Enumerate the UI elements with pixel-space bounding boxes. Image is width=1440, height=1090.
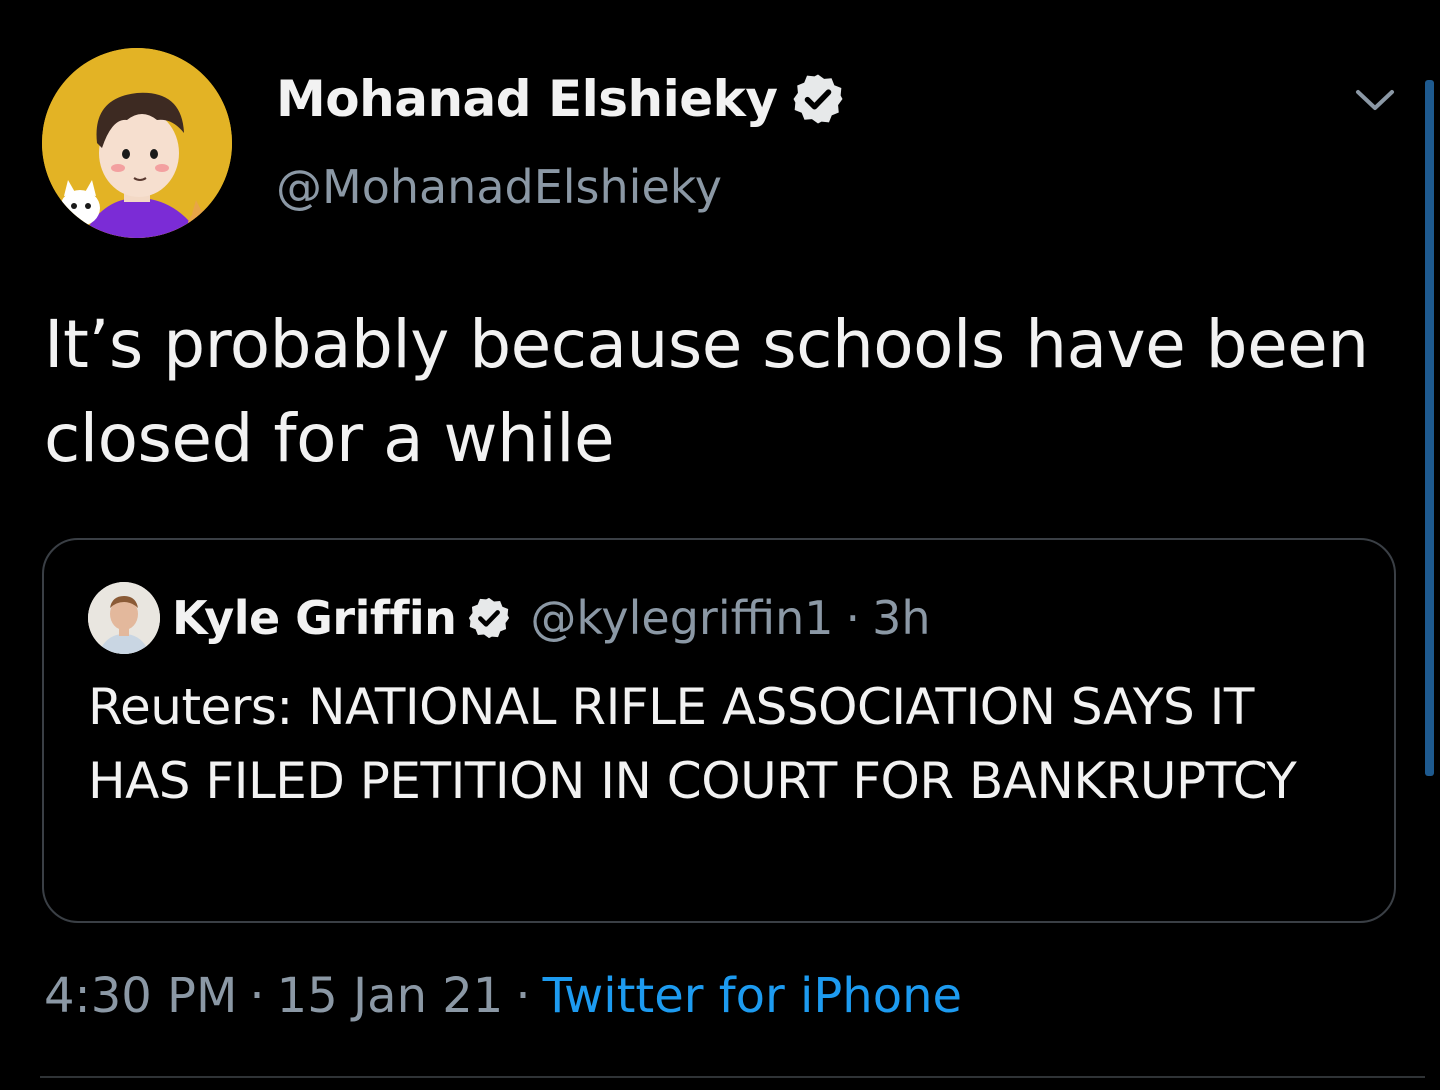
avatar-photo	[88, 582, 160, 654]
quoted-timestamp[interactable]: 3h	[872, 591, 930, 645]
tweet-text: It’s probably because schools have been …	[44, 306, 1369, 477]
tweet-date[interactable]: 15 Jan 21	[277, 968, 504, 1024]
quoted-tweet-text: Reuters: NATIONAL RIFLE ASSOCIATION SAYS…	[88, 678, 1297, 810]
separator-dot: ·	[845, 591, 861, 645]
separator-dot: ·	[249, 968, 265, 1024]
quoted-header: Kyle Griffin @kylegriffin1 · 3h	[172, 582, 931, 654]
chevron-down-icon[interactable]	[1352, 80, 1398, 120]
tweet-time[interactable]: 4:30 PM	[44, 968, 237, 1024]
author-avatar[interactable]	[42, 48, 232, 238]
avatar-illustration	[42, 48, 232, 238]
verified-badge-icon	[793, 74, 843, 124]
scrollbar[interactable]	[1425, 80, 1434, 776]
separator-dot: ·	[515, 968, 531, 1024]
quoted-tweet-card[interactable]: Kyle Griffin @kylegriffin1 · 3h Reuters:…	[42, 538, 1396, 923]
divider	[40, 1076, 1425, 1078]
quoted-handle[interactable]: @kylegriffin1	[530, 591, 833, 645]
tweet-source-link[interactable]: Twitter for iPhone	[543, 968, 962, 1024]
author-name-text: Mohanad Elshieky	[276, 70, 778, 128]
author-handle[interactable]: @MohanadElshieky	[276, 160, 722, 214]
verified-badge-icon	[469, 597, 510, 639]
author-display-name[interactable]: Mohanad Elshieky	[276, 70, 846, 128]
tweet-metadata: 4:30 PM · 15 Jan 21 · Twitter for iPhone	[44, 968, 962, 1024]
quoted-display-name[interactable]: Kyle Griffin	[172, 591, 457, 645]
quoted-author-avatar[interactable]	[88, 582, 160, 654]
